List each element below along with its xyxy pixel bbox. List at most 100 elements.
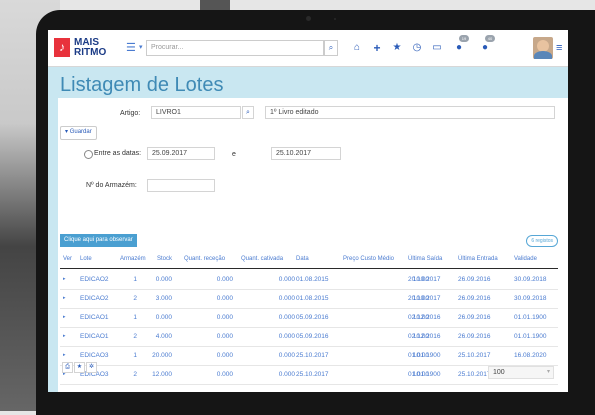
date-range-radio[interactable] — [84, 150, 93, 159]
print-icon[interactable]: ⎙ — [62, 362, 73, 373]
search-input[interactable]: Procurar... — [146, 40, 324, 56]
chevron-right-icon[interactable]: ▸ — [63, 352, 66, 358]
cell-quant-rececao: 0.000 — [216, 352, 233, 359]
clock-icon[interactable]: ◷ — [410, 41, 424, 55]
column-header[interactable]: Preço Custo Médio — [343, 256, 394, 262]
cell-ultima-saida: 20.10.2017 — [408, 295, 441, 302]
cell-armazem: 1 — [133, 276, 137, 283]
cell-ultima-saida: 01.01.1900 — [408, 371, 441, 378]
calendar-icon[interactable]: ▭ — [430, 41, 444, 55]
cell-ultima-saida: 01.01.1900 — [408, 352, 441, 359]
chevron-down-icon: ▾ — [65, 129, 69, 135]
cell-quant-cativada: 0.000 — [278, 333, 295, 340]
cell-data: 25.10.2017 — [296, 352, 329, 359]
column-header[interactable]: Data — [296, 256, 309, 262]
plus-icon[interactable]: + — [370, 41, 384, 55]
column-header[interactable]: Stock — [157, 256, 172, 262]
column-header[interactable]: Ver — [63, 256, 72, 262]
logo-text-line2[interactable]: RITMO — [74, 48, 106, 58]
cell-quant-cativada: 0.000 — [278, 314, 295, 321]
cell-armazem: 1 — [133, 352, 137, 359]
table-row[interactable]: ▸ EDICAO2 1 0.000 0.000 0.000 01.08.2015 10.00 2… — [60, 270, 558, 290]
avatar[interactable] — [533, 37, 553, 59]
artigo-label: Artigo: — [120, 110, 141, 117]
cell-stock: 20.000 — [152, 352, 172, 359]
search-icon[interactable]: ⌕ — [242, 106, 254, 119]
cell-ultima-entrada: 25.10.2017 — [458, 352, 491, 359]
column-header[interactable]: Validade — [514, 256, 537, 262]
chat-icon[interactable]: ● — [452, 41, 466, 55]
cell-lote: EDICAO3 — [80, 352, 109, 359]
cell-validade: 30.09.2018 — [514, 276, 547, 283]
cell-ultima-saida: 20.10.2017 — [408, 276, 441, 283]
cell-data: 25.10.2017 — [296, 371, 329, 378]
cell-ultima-entrada: 26.09.2016 — [458, 295, 491, 302]
home-icon[interactable]: ⌂ — [350, 41, 364, 55]
column-header[interactable]: Quant. cativada — [241, 256, 283, 262]
cell-quant-rececao: 0.000 — [216, 333, 233, 340]
chevron-right-icon[interactable]: ▸ — [63, 333, 66, 339]
cell-quant-rececao: 0.000 — [216, 295, 233, 302]
column-header[interactable]: Armazém — [120, 256, 146, 262]
music-note-icon[interactable]: ♪ — [54, 38, 70, 57]
artigo-description: 1º Livro editado — [265, 106, 555, 119]
observe-button[interactable]: Clique aqui para observar — [60, 234, 137, 247]
notification-icon[interactable]: ● — [478, 41, 492, 55]
table-row[interactable]: ▸ EDICAO2 2 3.000 0.000 0.000 01.08.2015 10.00 2… — [60, 289, 558, 309]
cell-ultima-entrada: 25.10.2017 — [458, 371, 491, 378]
entre-datas-label: Entre as datas: — [94, 150, 142, 157]
notification-badge: 40 — [485, 35, 495, 42]
page-size-select[interactable]: 100 ▾ — [488, 366, 554, 379]
date-from-field[interactable]: 25.09.2017 — [147, 147, 215, 160]
hamburger-icon[interactable]: ≡ — [556, 41, 566, 55]
cell-ultima-entrada: 26.09.2016 — [458, 314, 491, 321]
cell-ultima-saida: 02.12.2016 — [408, 333, 441, 340]
cell-stock: 12.000 — [152, 371, 172, 378]
column-header[interactable]: Última Saída — [408, 256, 442, 262]
chevron-right-icon[interactable]: ▸ — [63, 314, 66, 320]
cell-validade: 01.01.1900 — [514, 333, 547, 340]
cell-stock: 0.000 — [155, 314, 172, 321]
cell-quant-cativada: 0.000 — [278, 276, 295, 283]
page-size-value: 100 — [493, 369, 505, 376]
cell-lote: EDICAO1 — [80, 333, 109, 340]
cell-lote: EDICAO1 — [80, 314, 109, 321]
table-row[interactable]: ▸ EDICAO3 1 20.000 0.000 0.000 25.10.2017 10.00… — [60, 346, 558, 366]
column-header[interactable]: Lote — [80, 256, 92, 262]
artigo-field[interactable]: LIVRO1 — [151, 106, 241, 119]
header-divider — [60, 268, 558, 269]
chat-badge: 19 — [459, 35, 469, 42]
cell-armazem: 2 — [133, 333, 137, 340]
cell-quant-cativada: 0.000 — [278, 295, 295, 302]
table-row[interactable]: ▸ EDICAO3 2 12.000 0.000 0.000 25.10.2017 10.00… — [60, 365, 558, 385]
gear-icon[interactable]: ✲ — [86, 362, 97, 373]
cell-quant-rececao: 0.000 — [216, 314, 233, 321]
table-row[interactable]: ▸ EDICAO1 1 0.000 0.000 0.000 05.09.2016 10.00 0… — [60, 308, 558, 328]
table-row[interactable]: ▸ EDICAO1 2 4.000 0.000 0.000 05.09.2016 10.00 0… — [60, 327, 558, 347]
search-icon[interactable]: ⌕ — [324, 40, 338, 56]
star-icon[interactable]: ★ — [74, 362, 85, 373]
date-to-field[interactable]: 25.10.2017 — [271, 147, 341, 160]
cell-stock: 4.000 — [155, 333, 172, 340]
cell-data: 01.08.2015 — [296, 295, 329, 302]
chevron-down-icon[interactable]: ▾ — [139, 40, 143, 56]
cell-armazem: 1 — [133, 314, 137, 321]
star-icon[interactable]: ★ — [390, 41, 404, 55]
armazem-label: Nº do Armazém: — [86, 182, 137, 189]
chevron-right-icon[interactable]: ▸ — [63, 295, 66, 301]
cell-validade: 01.01.1900 — [514, 314, 547, 321]
column-header[interactable]: Quant. receção — [184, 256, 225, 262]
cell-quant-cativada: 0.000 — [278, 371, 295, 378]
guardar-toggle[interactable]: ▾ Guardar — [60, 126, 97, 140]
tablet-sensor — [334, 18, 336, 20]
armazem-field[interactable] — [147, 179, 215, 192]
column-header[interactable]: Última Entrada — [458, 256, 498, 262]
chevron-right-icon[interactable]: ▸ — [63, 276, 66, 282]
app-screen: ♪ MAIS RITMO ☰ ▾ Procurar... ⌕ ⌂ + ★ ◷ ▭… — [48, 30, 568, 392]
cell-armazem: 2 — [133, 295, 137, 302]
date-separator: e — [232, 151, 236, 158]
guardar-label: Guardar — [69, 129, 92, 135]
page-title: Listagem de Lotes — [60, 74, 224, 96]
cell-ultima-saida: 02.12.2016 — [408, 314, 441, 321]
cell-data: 01.08.2015 — [296, 276, 329, 283]
